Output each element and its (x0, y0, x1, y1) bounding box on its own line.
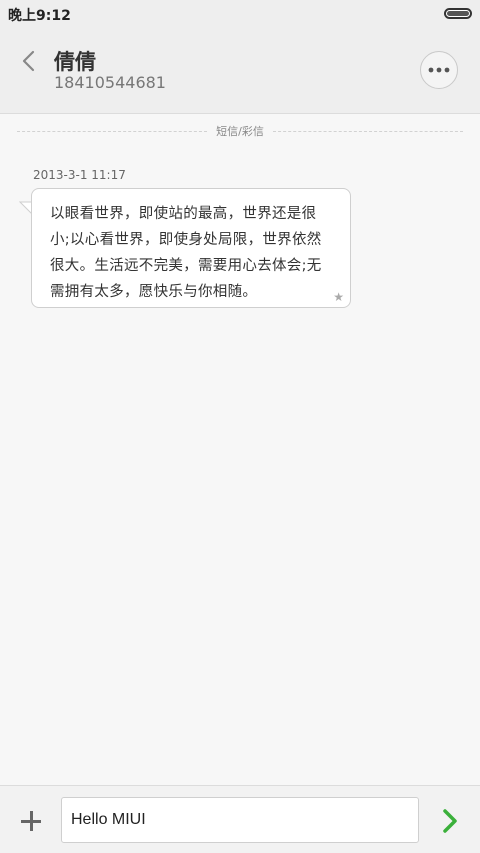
battery-icon (444, 8, 472, 19)
message-input[interactable] (61, 797, 419, 843)
add-attachment-button[interactable] (18, 808, 44, 834)
chevron-left-icon (22, 50, 35, 72)
divider-line (17, 131, 207, 132)
status-bar: 晚上9:12 (0, 0, 480, 28)
more-options-icon (428, 67, 450, 73)
message-text: 以眼看世界，即使站的最高，世界还是很小;以心看世界，即使身处局限，世界依然很大。… (50, 206, 322, 300)
divider-line (273, 131, 463, 132)
channel-label: 短信/彩信 (216, 125, 264, 138)
contact-name: 倩倩 (54, 50, 96, 74)
message-timestamp: 2013-3-1 11:17 (33, 168, 126, 182)
status-time: 晚上9:12 (8, 8, 71, 24)
channel-divider: 短信/彩信 (17, 122, 463, 140)
send-button[interactable] (438, 808, 462, 834)
contact-number: 18410544681 (54, 73, 166, 92)
composer-bar (0, 785, 480, 853)
star-icon: ★ (333, 290, 344, 304)
conversation-header: 倩倩 18410544681 (0, 28, 480, 114)
send-arrow-icon (443, 809, 457, 833)
message-bubble[interactable]: 以眼看世界，即使站的最高，世界还是很小;以心看世界，即使身处局限，世界依然很大。… (31, 188, 351, 308)
more-options-button[interactable] (420, 51, 458, 89)
back-button[interactable] (14, 46, 44, 76)
